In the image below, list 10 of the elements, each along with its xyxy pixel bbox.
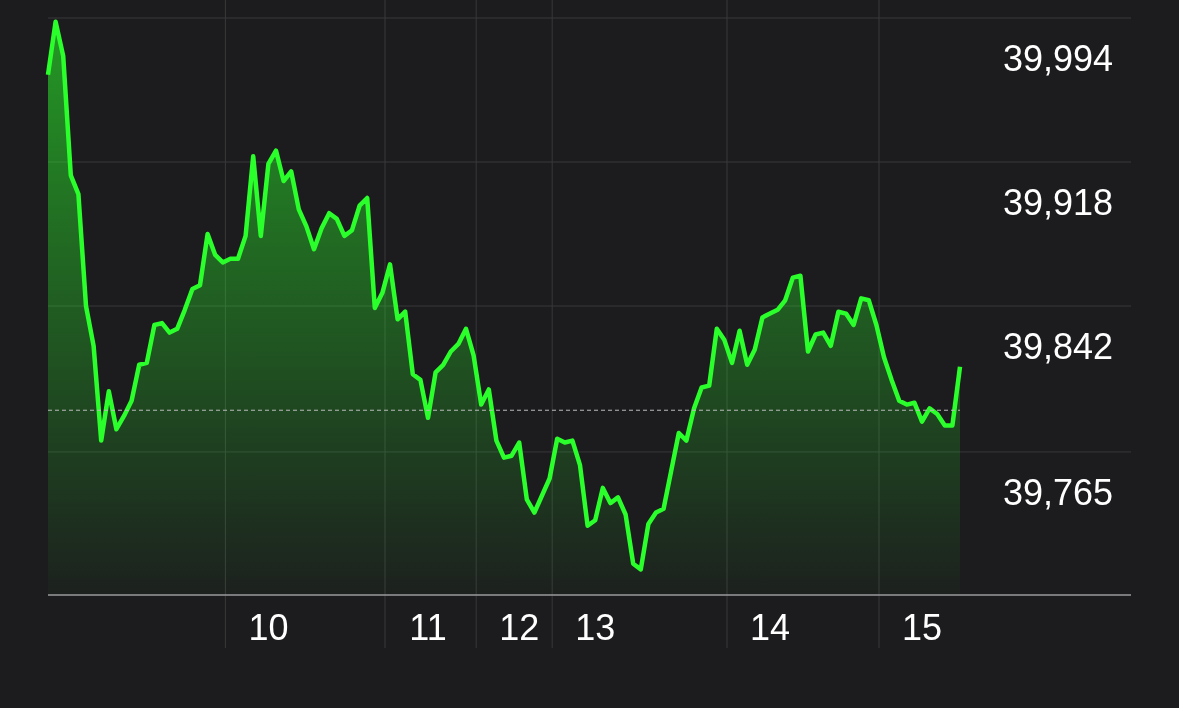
y-axis-label: 39,765 (1002, 471, 1113, 513)
x-axis-label: 15 (902, 607, 942, 648)
y-axis-label: 39,842 (1002, 326, 1113, 368)
x-axis-label: 13 (575, 607, 616, 648)
x-axis-label: 12 (499, 607, 540, 648)
x-axis-label: 11 (409, 607, 447, 648)
y-axis-label: 39,994 (1002, 38, 1113, 79)
x-axis-label: 14 (750, 607, 790, 648)
x-axis-label: 10 (248, 607, 289, 648)
y-axis-label: 39,918 (1002, 182, 1113, 223)
